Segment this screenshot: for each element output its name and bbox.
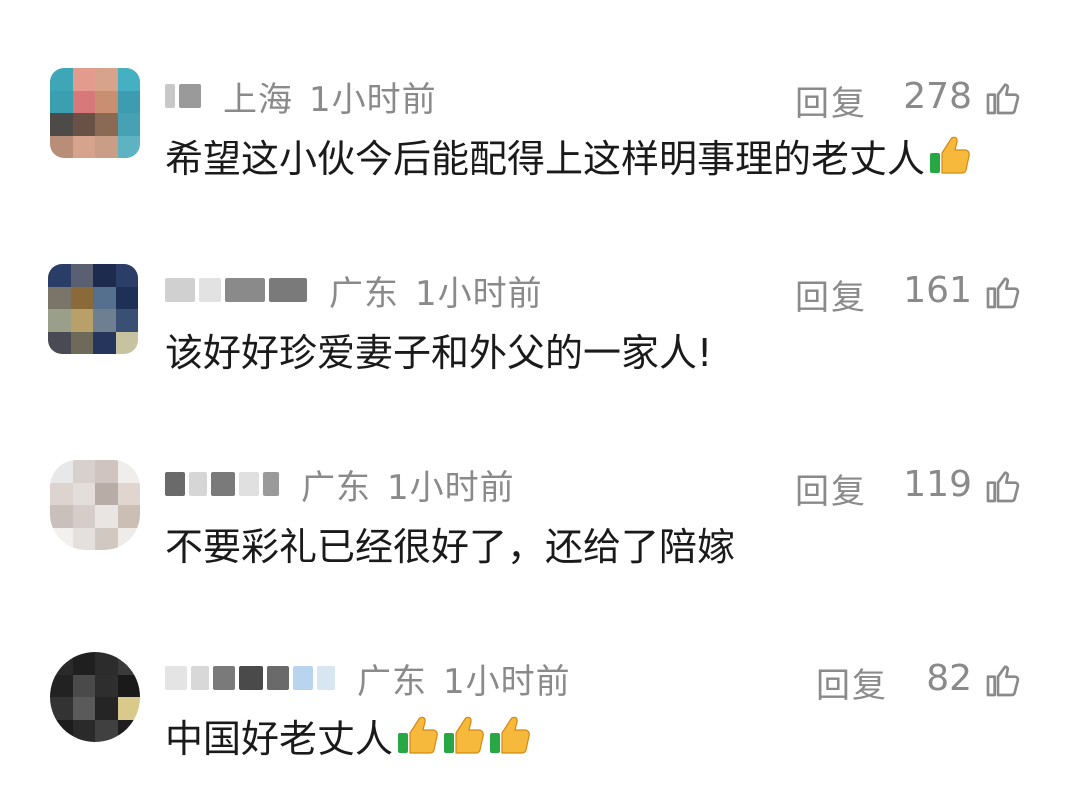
thumbs-up-icon (930, 136, 970, 174)
comment-item: 广东 1小时前 回复 119 不要彩礼已经很好了，还给了陪嫁 (0, 448, 1080, 618)
comment-time: 1小时前 (387, 467, 515, 508)
comment-location: 上海 (223, 79, 293, 120)
comment-body: 希望这小伙今后能配得上这样明事理的老丈人 (165, 136, 926, 181)
comment-text: 希望这小伙今后能配得上这样明事理的老丈人 (165, 130, 971, 181)
reply-button[interactable]: 回复 (795, 76, 867, 125)
comment-item: 广东 1小时前 回复 161 该好好珍爱妻子和外父的一家人! (0, 254, 1080, 424)
reply-button[interactable]: 回复 (795, 270, 867, 319)
comment-text: 不要彩礼已经很好了，还给了陪嫁 (165, 518, 736, 569)
comment-time: 1小时前 (415, 273, 543, 314)
like-count: 278 (903, 76, 972, 117)
reply-button[interactable]: 回复 (816, 658, 888, 707)
thumbs-up-icon[interactable] (983, 660, 1023, 700)
comment-body: 该好好珍爱妻子和外父的一家人! (165, 330, 713, 375)
comment-body: 不要彩礼已经很好了，还给了陪嫁 (165, 524, 736, 569)
avatar[interactable] (50, 460, 140, 550)
comment-text: 该好好珍爱妻子和外父的一家人! (165, 324, 713, 375)
thumbs-up-icon (444, 716, 484, 754)
username-redacted[interactable] (165, 666, 339, 690)
comment-body: 中国好老丈人 (165, 716, 394, 761)
like-count: 161 (903, 270, 972, 311)
comment-item: 上海 1小时前 回复 278 希望这小伙今后能配得上这样明事理的老丈人 (0, 60, 1080, 230)
comment-item: 广东 1小时前 回复 82 中国好老丈人 (0, 642, 1080, 812)
reply-button[interactable]: 回复 (795, 464, 867, 513)
comment-location: 广东 (329, 273, 399, 314)
like-count: 119 (903, 464, 972, 505)
comment-meta: 广东 1小时前 (165, 268, 543, 314)
username-redacted[interactable] (165, 472, 283, 496)
comment-text: 中国好老丈人 (165, 710, 531, 761)
like-count: 82 (926, 658, 972, 699)
comment-time: 1小时前 (309, 79, 437, 120)
thumbs-up-icon[interactable] (983, 466, 1023, 506)
username-redacted[interactable] (165, 278, 311, 302)
username-redacted[interactable] (165, 84, 205, 108)
comment-meta: 广东 1小时前 (165, 656, 571, 702)
thumbs-up-icon (398, 716, 438, 754)
thumbs-up-icon[interactable] (983, 78, 1023, 118)
thumbs-up-icon[interactable] (983, 272, 1023, 312)
comment-location: 广东 (357, 661, 427, 702)
thumbs-up-icon (490, 716, 530, 754)
comment-meta: 广东 1小时前 (165, 462, 515, 508)
avatar[interactable] (50, 652, 140, 742)
avatar[interactable] (50, 68, 140, 158)
comment-location: 广东 (301, 467, 371, 508)
comment-meta: 上海 1小时前 (165, 74, 437, 120)
comment-time: 1小时前 (443, 661, 571, 702)
avatar[interactable] (48, 264, 138, 354)
